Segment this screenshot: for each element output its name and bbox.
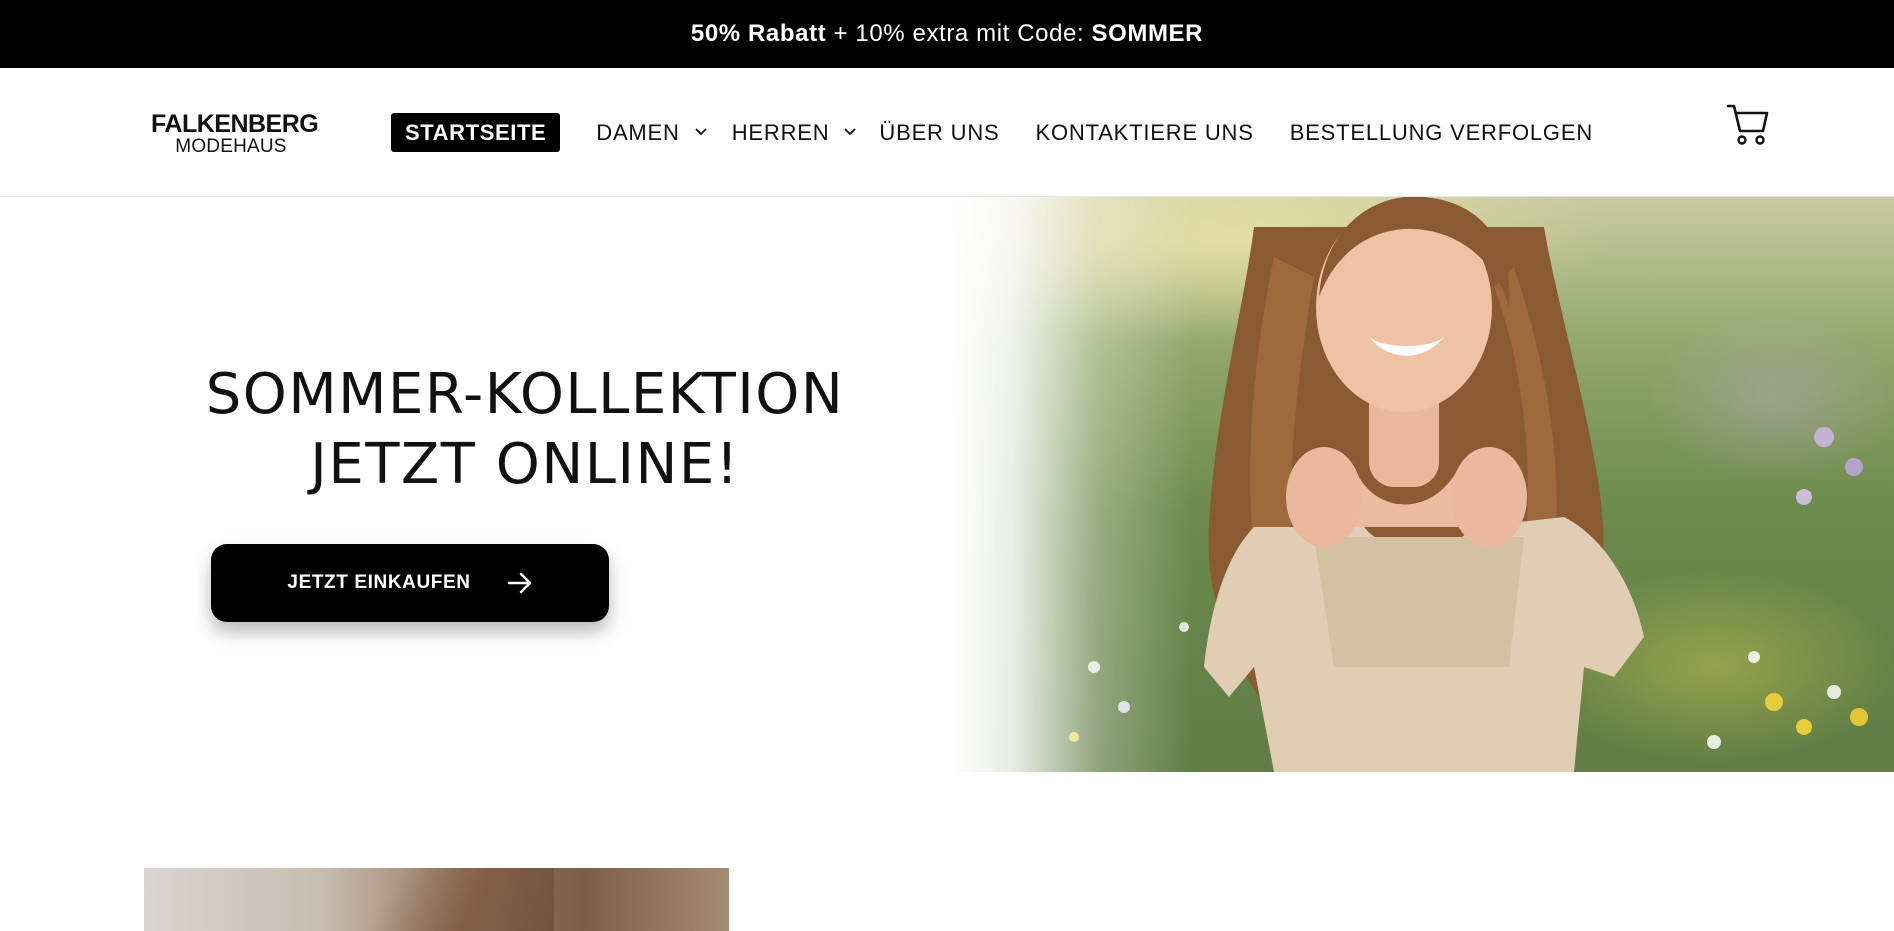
nav-item-damen[interactable]: DAMEN bbox=[596, 120, 707, 146]
main-navigation: STARTSEITE DAMEN HERREN ÜBER UNS KONTAKT… bbox=[391, 113, 1593, 152]
hero-image-fade bbox=[954, 197, 1194, 772]
nav-label: BESTELLUNG VERFOLGEN bbox=[1289, 119, 1594, 145]
nav-item-ueber-uns[interactable]: ÜBER UNS bbox=[879, 120, 999, 146]
shop-now-button[interactable]: JETZT EINKAUFEN bbox=[211, 544, 609, 622]
nav-label: KONTAKTIERE UNS bbox=[1035, 119, 1254, 145]
announcement-code: SOMMER bbox=[1091, 20, 1204, 47]
nav-item-bestellung-verfolgen[interactable]: BESTELLUNG VERFOLGEN bbox=[1290, 120, 1593, 146]
site-header: FALKENBERG MODEHAUS STARTSEITE DAMEN HER… bbox=[0, 68, 1894, 197]
announcement-bar: 50% Rabatt + 10% extra mit Code: SOMMER bbox=[0, 0, 1894, 68]
chevron-down-icon bbox=[843, 124, 857, 138]
announcement-extra: + 10% extra mit Code: bbox=[826, 20, 1092, 47]
nav-item-kontakt[interactable]: KONTAKTIERE UNS bbox=[1036, 120, 1254, 146]
logo-subtitle: MODEHAUS bbox=[175, 136, 287, 157]
logo-brand: FALKENBERG bbox=[151, 110, 319, 138]
shopping-cart-icon[interactable] bbox=[1726, 101, 1770, 147]
site-logo[interactable]: FALKENBERG MODEHAUS bbox=[151, 110, 319, 157]
chevron-down-icon bbox=[694, 124, 708, 138]
nav-label: HERREN bbox=[731, 119, 830, 145]
announcement-discount: 50% Rabatt bbox=[690, 20, 827, 47]
arrow-right-icon bbox=[493, 572, 533, 594]
nav-label: ÜBER UNS bbox=[879, 119, 1000, 145]
shop-now-label: JETZT EINKAUFEN bbox=[287, 572, 471, 593]
nav-label: DAMEN bbox=[596, 119, 680, 145]
hero-image bbox=[954, 197, 1894, 772]
hero-headline-line1: SOMMER-KOLLEKTION bbox=[205, 362, 845, 427]
nav-item-startseite[interactable]: STARTSEITE bbox=[391, 113, 561, 152]
nav-label: STARTSEITE bbox=[405, 119, 547, 145]
collection-image[interactable] bbox=[144, 868, 729, 931]
collection-image-shade bbox=[354, 868, 554, 931]
nav-item-herren[interactable]: HERREN bbox=[732, 120, 858, 146]
announcement-text: 50% Rabatt + 10% extra mit Code: SOMMER bbox=[691, 20, 1203, 48]
hero-headline-line2: JETZT ONLINE! bbox=[310, 432, 740, 497]
hero-headline: SOMMER-KOLLEKTION JETZT ONLINE! bbox=[150, 360, 900, 500]
